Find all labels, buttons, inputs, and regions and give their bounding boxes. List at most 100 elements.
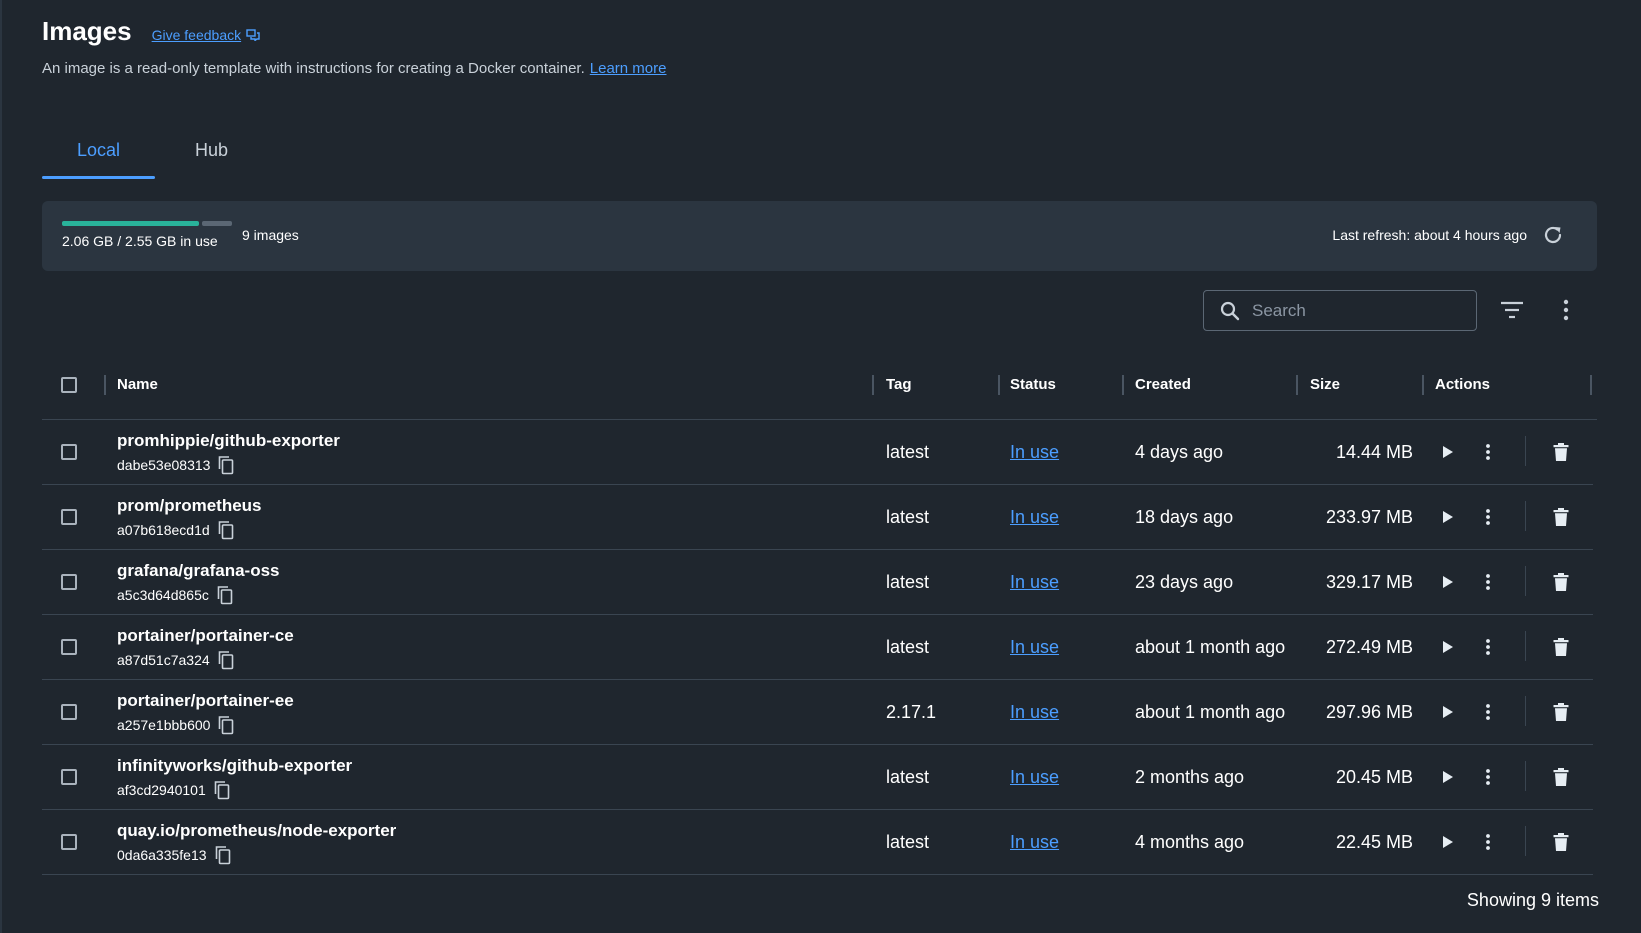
image-name[interactable]: promhippie/github-exporter — [117, 431, 340, 451]
learn-more-link[interactable]: Learn more — [590, 60, 667, 77]
disk-usage-panel: 2.06 GB / 2.55 GB in use 9 images Last r… — [42, 201, 1597, 271]
row-more-icon[interactable] — [1484, 702, 1492, 722]
row-more-icon[interactable] — [1484, 637, 1492, 657]
trash-icon[interactable] — [1552, 702, 1570, 722]
image-created: 18 days ago — [1135, 507, 1234, 527]
image-status-link[interactable]: In use — [1010, 832, 1059, 853]
table-row[interactable]: portainer/portainer-ce a87d51c7a324 late… — [42, 615, 1593, 680]
row-more-icon[interactable] — [1484, 507, 1492, 527]
run-icon[interactable] — [1437, 442, 1457, 462]
image-name[interactable]: portainer/portainer-ee — [117, 691, 294, 711]
column-header-status[interactable]: Status — [1010, 376, 1056, 393]
trash-icon[interactable] — [1552, 572, 1570, 592]
image-name[interactable]: prom/prometheus — [117, 496, 262, 516]
action-divider — [1525, 826, 1526, 856]
copy-icon[interactable] — [218, 650, 234, 670]
image-id-text: a07b618ecd1d — [117, 522, 210, 538]
row-checkbox[interactable] — [61, 509, 77, 525]
copy-icon[interactable] — [218, 715, 234, 735]
row-checkbox[interactable] — [61, 834, 77, 850]
image-tag: latest — [886, 507, 930, 527]
run-icon[interactable] — [1437, 702, 1457, 722]
column-separator — [1122, 375, 1124, 395]
column-header-size[interactable]: Size — [1310, 376, 1340, 393]
image-status-link[interactable]: In use — [1010, 767, 1059, 788]
action-divider — [1525, 566, 1526, 596]
image-created: 4 days ago — [1135, 442, 1224, 462]
images-table: Name Tag Status Created Size Actions pro… — [42, 362, 1597, 875]
trash-icon[interactable] — [1552, 637, 1570, 657]
action-divider — [1525, 761, 1526, 791]
last-refresh-text: Last refresh: about 4 hours ago — [1332, 227, 1527, 243]
image-status-link[interactable]: In use — [1010, 507, 1059, 528]
filter-icon[interactable] — [1499, 298, 1525, 322]
column-header-tag[interactable]: Tag — [886, 376, 912, 393]
search-box[interactable] — [1203, 290, 1477, 331]
trash-icon[interactable] — [1552, 507, 1570, 527]
image-status-link[interactable]: In use — [1010, 702, 1059, 723]
run-icon[interactable] — [1437, 637, 1457, 657]
table-row[interactable]: infinityworks/github-exporter af3cd29401… — [42, 745, 1593, 810]
column-separator — [998, 375, 1000, 395]
image-count: 9 images — [242, 227, 299, 243]
row-more-icon[interactable] — [1484, 572, 1492, 592]
image-id-text: af3cd2940101 — [117, 782, 206, 798]
disk-usage-bar — [62, 221, 232, 226]
image-tag: latest — [886, 832, 930, 852]
select-all-checkbox[interactable] — [61, 377, 77, 393]
image-id: a07b618ecd1d — [117, 520, 234, 540]
table-row[interactable]: quay.io/prometheus/node-exporter 0da6a33… — [42, 810, 1593, 875]
row-more-icon[interactable] — [1484, 767, 1492, 787]
search-icon — [1220, 301, 1240, 320]
trash-icon[interactable] — [1552, 832, 1570, 852]
run-icon[interactable] — [1437, 572, 1457, 592]
give-feedback-link[interactable]: Give feedback — [152, 27, 261, 43]
table-row[interactable]: grafana/grafana-oss a5c3d64d865c latest … — [42, 550, 1593, 615]
row-checkbox[interactable] — [61, 704, 77, 720]
image-name[interactable]: grafana/grafana-oss — [117, 561, 280, 581]
action-divider — [1525, 436, 1526, 466]
disk-usage-remaining — [202, 221, 232, 226]
row-checkbox[interactable] — [61, 769, 77, 785]
image-size: 297.96 MB — [1325, 702, 1413, 722]
image-name[interactable]: quay.io/prometheus/node-exporter — [117, 821, 396, 841]
page-header: Images Give feedback — [42, 16, 260, 47]
image-name[interactable]: infinityworks/github-exporter — [117, 756, 352, 776]
image-size: 233.97 MB — [1325, 507, 1413, 527]
table-row[interactable]: promhippie/github-exporter dabe53e08313 … — [42, 420, 1593, 485]
row-more-icon[interactable] — [1484, 832, 1492, 852]
image-status-link[interactable]: In use — [1010, 442, 1059, 463]
search-input[interactable] — [1252, 300, 1472, 321]
copy-icon[interactable] — [215, 845, 231, 865]
table-row[interactable]: prom/prometheus a07b618ecd1d latest In u… — [42, 485, 1593, 550]
image-name[interactable]: portainer/portainer-ce — [117, 626, 294, 646]
trash-icon[interactable] — [1552, 442, 1570, 462]
row-checkbox[interactable] — [61, 574, 77, 590]
tab-local[interactable]: Local — [42, 128, 155, 179]
table-row[interactable]: portainer/portainer-ee a257e1bbb600 2.17… — [42, 680, 1593, 745]
feedback-icon — [246, 29, 260, 41]
image-status-link[interactable]: In use — [1010, 572, 1059, 593]
row-checkbox[interactable] — [61, 639, 77, 655]
trash-icon[interactable] — [1552, 767, 1570, 787]
refresh-icon[interactable] — [1541, 223, 1565, 247]
action-divider — [1525, 696, 1526, 726]
column-header-created[interactable]: Created — [1135, 376, 1191, 393]
copy-icon[interactable] — [217, 585, 233, 605]
more-options-icon[interactable] — [1561, 298, 1571, 322]
image-id: af3cd2940101 — [117, 780, 230, 800]
run-icon[interactable] — [1437, 832, 1457, 852]
run-icon[interactable] — [1437, 507, 1457, 527]
tab-hub[interactable]: Hub — [155, 128, 268, 179]
image-status-link[interactable]: In use — [1010, 637, 1059, 658]
row-checkbox[interactable] — [61, 444, 77, 460]
column-header-name[interactable]: Name — [117, 376, 158, 393]
copy-icon[interactable] — [214, 780, 230, 800]
image-tag: latest — [886, 637, 930, 657]
image-size: 20.45 MB — [1335, 767, 1413, 787]
image-id: a87d51c7a324 — [117, 650, 234, 670]
copy-icon[interactable] — [218, 455, 234, 475]
row-more-icon[interactable] — [1484, 442, 1492, 462]
run-icon[interactable] — [1437, 767, 1457, 787]
copy-icon[interactable] — [218, 520, 234, 540]
